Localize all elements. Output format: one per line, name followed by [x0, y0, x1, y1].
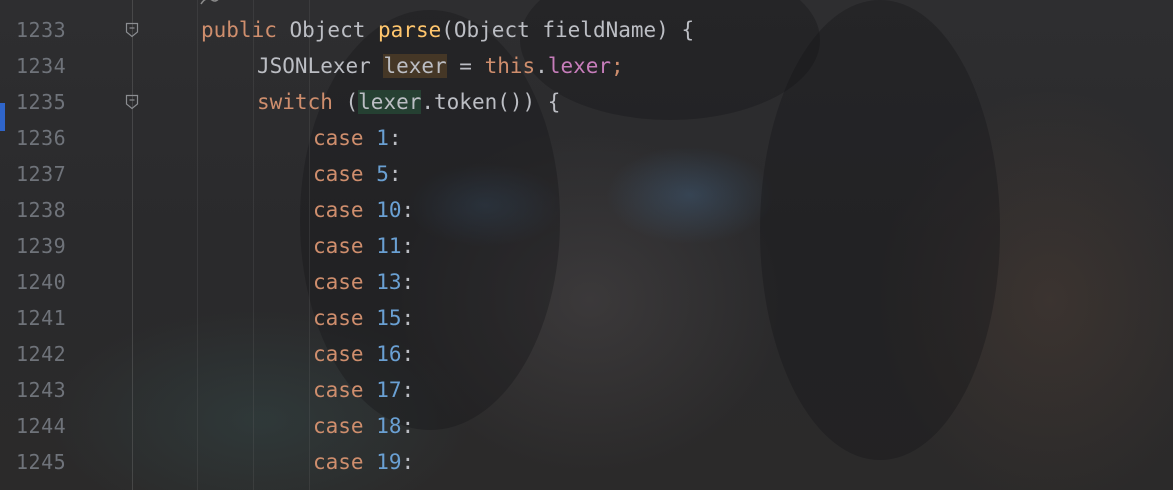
- code-token: public: [201, 18, 277, 42]
- code-token: case: [313, 270, 377, 294]
- code-editor[interactable]: 1233 public Object parse(Object fieldName…: [0, 0, 1173, 490]
- code-token: :: [401, 306, 415, 330]
- code-token: .: [535, 54, 548, 78]
- code-token: case: [313, 342, 377, 366]
- line-number[interactable]: 1241: [16, 300, 76, 336]
- code-token: JSONLexer: [257, 54, 384, 78]
- code-token: :: [401, 270, 415, 294]
- code-text[interactable]: case 10:: [313, 192, 414, 228]
- code-token: this: [484, 54, 536, 78]
- code-text[interactable]: switch (lexer.token()) {: [257, 84, 560, 120]
- line-number[interactable]: 1245: [16, 444, 76, 480]
- code-token: case: [313, 198, 377, 222]
- code-token: case: [313, 414, 377, 438]
- code-token: Object: [276, 18, 379, 42]
- code-token: :: [401, 342, 415, 366]
- code-text[interactable]: case 13:: [313, 264, 414, 300]
- code-line[interactable]: 1238 case 10:: [0, 192, 1173, 228]
- code-text[interactable]: case 16:: [313, 336, 414, 372]
- code-token: ;: [611, 54, 624, 78]
- line-number[interactable]: 1234: [16, 48, 76, 84]
- code-token: :: [401, 378, 415, 402]
- code-token: case: [313, 234, 377, 258]
- code-text[interactable]: public Object parse(Object fieldName) {: [201, 12, 694, 48]
- code-token: case: [313, 306, 377, 330]
- code-line[interactable]: 1243 case 17:: [0, 372, 1173, 408]
- code-token: case: [313, 126, 377, 150]
- code-token: :: [388, 162, 402, 186]
- line-number[interactable]: 1237: [16, 156, 76, 192]
- code-line[interactable]: 1245 case 19:: [0, 444, 1173, 480]
- code-token: 13: [376, 270, 402, 294]
- code-token: 18: [376, 414, 402, 438]
- line-number[interactable]: 1233: [16, 12, 76, 48]
- code-text[interactable]: case 5:: [313, 156, 402, 192]
- method-annotation-icon[interactable]: [198, 0, 228, 8]
- code-text[interactable]: case 1:: [313, 120, 402, 156]
- code-token: 17: [376, 378, 402, 402]
- line-number[interactable]: 1240: [16, 264, 76, 300]
- code-token: 19: [376, 450, 402, 474]
- code-token: =: [446, 54, 485, 78]
- code-token: :: [401, 414, 415, 438]
- code-line[interactable]: 1239 case 11:: [0, 228, 1173, 264]
- code-token: case: [313, 162, 377, 186]
- line-number[interactable]: 1243: [16, 372, 76, 408]
- code-text[interactable]: case 15:: [313, 300, 414, 336]
- code-text[interactable]: case 19:: [313, 444, 414, 480]
- code-token: 16: [376, 342, 402, 366]
- code-line[interactable]: 1233 public Object parse(Object fieldName…: [0, 12, 1173, 48]
- fold-marker-icon[interactable]: [125, 22, 139, 38]
- code-line[interactable]: 1244 case 18:: [0, 408, 1173, 444]
- code-token: lexer: [547, 54, 612, 78]
- code-line[interactable]: 1235 switch (lexer.token()) {: [0, 84, 1173, 120]
- code-token: 15: [376, 306, 402, 330]
- code-token: .token()) {: [421, 90, 561, 114]
- code-token: (Object fieldName) {: [441, 18, 695, 42]
- line-number[interactable]: 1239: [16, 228, 76, 264]
- code-token: case: [313, 450, 377, 474]
- code-text[interactable]: case 18:: [313, 408, 414, 444]
- code-token: :: [401, 450, 415, 474]
- code-token: lexer: [358, 90, 422, 114]
- code-token: :: [388, 126, 402, 150]
- code-token: 5: [376, 162, 389, 186]
- code-token: :: [401, 234, 415, 258]
- line-number[interactable]: 1242: [16, 336, 76, 372]
- line-number[interactable]: 1236: [16, 120, 76, 156]
- fold-marker-icon[interactable]: [125, 94, 139, 110]
- code-text[interactable]: JSONLexer lexer = this.lexer;: [257, 48, 624, 84]
- code-token: :: [401, 198, 415, 222]
- code-token: switch: [257, 90, 333, 114]
- code-token: 1: [376, 126, 389, 150]
- code-line[interactable]: 1236 case 1:: [0, 120, 1173, 156]
- code-line[interactable]: 1241 case 15:: [0, 300, 1173, 336]
- line-number[interactable]: 1244: [16, 408, 76, 444]
- code-token: 10: [376, 198, 402, 222]
- line-number[interactable]: 1238: [16, 192, 76, 228]
- code-token: parse: [378, 18, 442, 42]
- code-token: (: [332, 90, 359, 114]
- code-token: 11: [376, 234, 402, 258]
- code-token: case: [313, 378, 377, 402]
- code-line[interactable]: 1240 case 13:: [0, 264, 1173, 300]
- code-line[interactable]: 1234 JSONLexer lexer = this.lexer;: [0, 48, 1173, 84]
- code-line[interactable]: 1242 case 16:: [0, 336, 1173, 372]
- code-line[interactable]: 1237 case 5:: [0, 156, 1173, 192]
- code-token: lexer: [383, 54, 447, 78]
- code-text[interactable]: case 17:: [313, 372, 414, 408]
- code-text[interactable]: case 11:: [313, 228, 414, 264]
- line-number[interactable]: 1235: [16, 84, 76, 120]
